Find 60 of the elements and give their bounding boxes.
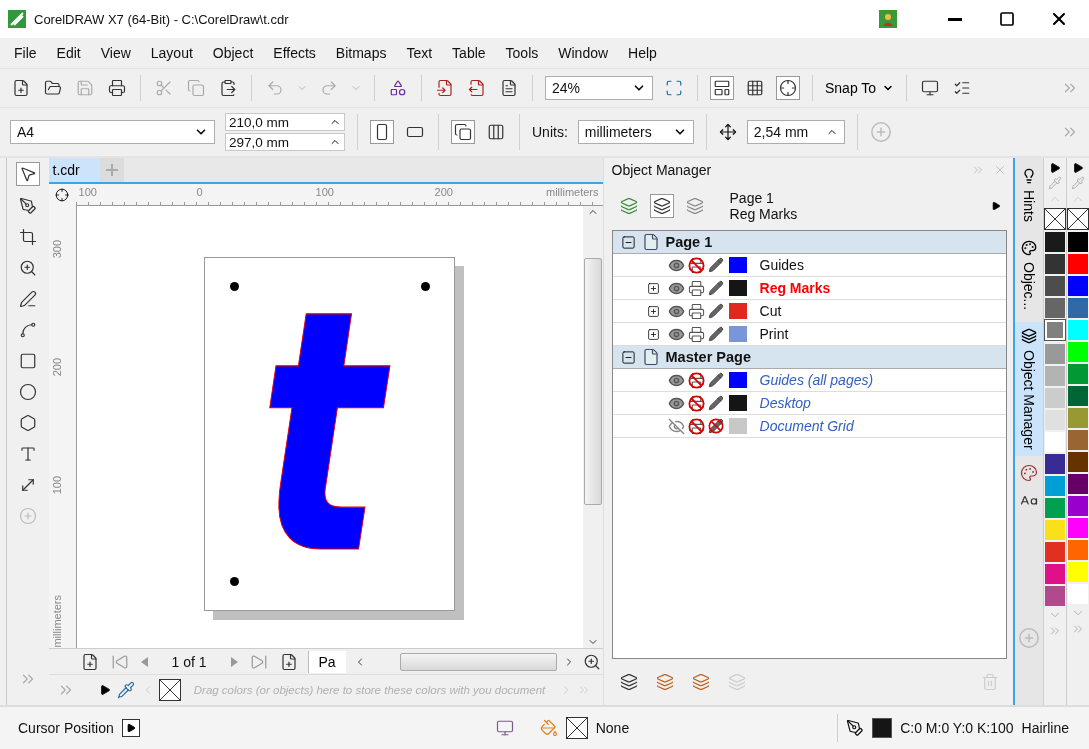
layer-name: Reg Marks bbox=[759, 280, 831, 296]
tree-page-row[interactable]: Master Page bbox=[612, 346, 1006, 369]
ruler-unit-label: millimeters bbox=[50, 595, 63, 648]
page-counter: 1 of 1 bbox=[171, 653, 207, 670]
breadcrumb-text: Page 1 bbox=[729, 190, 775, 206]
ruler-label: 200 bbox=[434, 186, 453, 198]
menu-item[interactable]: File bbox=[14, 45, 37, 61]
page-name: Page 1 bbox=[665, 234, 713, 250]
layer-name: Desktop bbox=[759, 395, 811, 411]
page-size-dropdown[interactable]: A4 bbox=[10, 120, 215, 144]
docker-tab[interactable]: Object Manager bbox=[1015, 322, 1043, 456]
ruler-label: 0 bbox=[196, 186, 203, 198]
page-width-field[interactable]: 210,0 mm bbox=[225, 113, 345, 131]
page-tab[interactable]: Pa bbox=[307, 650, 346, 673]
ruler-label: 200 bbox=[50, 358, 63, 377]
menu-item[interactable]: Layout bbox=[150, 45, 193, 61]
units-label: Units: bbox=[532, 124, 568, 140]
layer-name: Guides (all pages) bbox=[759, 372, 874, 388]
menu-item[interactable]: Effects bbox=[273, 45, 316, 61]
color-tray-hint: Drag colors (or objects) here to store these colors with you document bbox=[192, 683, 547, 697]
snap-to-dropdown[interactable]: Snap To bbox=[825, 80, 895, 96]
menu-item[interactable]: Edit bbox=[56, 45, 81, 61]
layer-row[interactable]: Guides (all pages) bbox=[612, 369, 1006, 392]
layer-row[interactable]: Document Grid bbox=[612, 415, 1006, 438]
menu-item[interactable]: Bitmaps bbox=[335, 45, 387, 61]
ruler-unit-label: millimeters bbox=[545, 186, 599, 198]
fill-value: None bbox=[595, 720, 630, 736]
layer-row[interactable]: Reg Marks bbox=[612, 277, 1006, 300]
ruler-label: 100 bbox=[315, 186, 334, 198]
menu-item[interactable]: Object bbox=[212, 45, 254, 61]
menu-item[interactable]: Table bbox=[452, 45, 486, 61]
units-dropdown[interactable]: millimeters bbox=[577, 120, 694, 144]
artwork-letter: t bbox=[250, 266, 390, 601]
ruler-label: 300 bbox=[50, 240, 63, 259]
layer-name: Guides bbox=[759, 257, 804, 273]
document-tab[interactable]: t.cdr bbox=[48, 158, 100, 182]
page-height-field[interactable]: 297,0 mm bbox=[225, 133, 345, 151]
menu-item[interactable]: View bbox=[100, 45, 131, 61]
layer-name: Cut bbox=[759, 303, 782, 319]
docker-title: Object Manager bbox=[611, 162, 713, 178]
zoom-dropdown[interactable]: 24% bbox=[545, 76, 653, 100]
layer-row[interactable]: Cut bbox=[612, 300, 1006, 323]
cursor-position-label: Cursor Position bbox=[18, 720, 114, 736]
layer-row[interactable]: Desktop bbox=[612, 392, 1006, 415]
menu-item[interactable]: Tools bbox=[505, 45, 539, 61]
tree-page-row[interactable]: Page 1 bbox=[612, 231, 1006, 254]
menu-item[interactable]: Help bbox=[628, 45, 657, 61]
outline-width-value: Hairline bbox=[1021, 720, 1069, 736]
layer-name: Print bbox=[759, 326, 789, 342]
ruler-label: 100 bbox=[50, 476, 63, 495]
layer-row[interactable]: Guides bbox=[612, 254, 1006, 277]
menu-item[interactable]: Text bbox=[406, 45, 433, 61]
menu-item[interactable]: Window bbox=[558, 45, 609, 61]
page-name: Master Page bbox=[665, 349, 751, 365]
nudge-distance-field[interactable]: 2,54 mm bbox=[746, 120, 845, 144]
ruler-label: 100 bbox=[78, 186, 97, 198]
layer-name: Document Grid bbox=[759, 418, 854, 434]
outline-color-value: C:0 M:0 Y:0 K:100 bbox=[900, 720, 1014, 736]
breadcrumb-text: Reg Marks bbox=[729, 206, 799, 222]
window-title: CorelDRAW X7 (64-Bit) - C:\CorelDraw\t.cdr bbox=[34, 11, 290, 27]
